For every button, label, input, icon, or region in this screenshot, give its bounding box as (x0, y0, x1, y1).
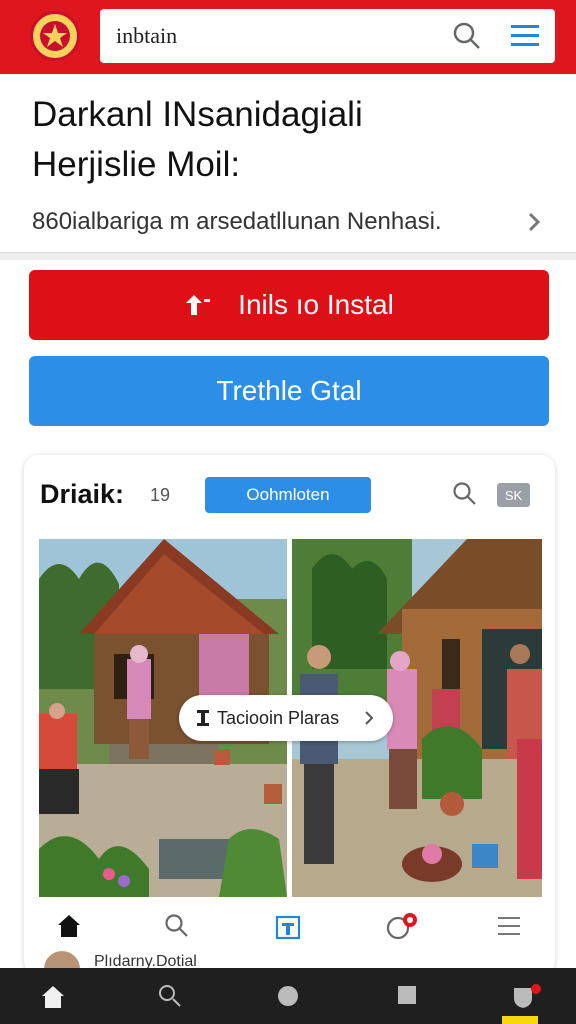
chevron-right-icon (363, 709, 375, 732)
pin-icon (195, 708, 211, 728)
card-chip-button[interactable]: Oohmloten (205, 477, 371, 513)
page-title: Darkanl INsanidagiali Herjislie Moil: (32, 90, 552, 190)
search-icon[interactable] (452, 21, 482, 56)
notifications-icon[interactable] (386, 913, 420, 946)
content-card: Driaik: 19 Oohmloten SK Taciooin Plaras … (24, 455, 555, 987)
home-icon[interactable] (40, 984, 66, 1015)
overlay-caption-button[interactable]: Taciooin Plaras (179, 695, 393, 741)
search-icon[interactable] (158, 984, 182, 1013)
search-icon[interactable] (452, 481, 478, 512)
page-subtitle-link[interactable]: 860ialbariga m arsedatllunan Nenhasi. (32, 208, 442, 236)
square-icon[interactable] (396, 984, 418, 1011)
hamburger-menu-icon[interactable] (510, 23, 540, 54)
share-icon[interactable]: SK (497, 483, 530, 507)
search-bar[interactable]: inbtain (100, 9, 555, 63)
card-count: 19 (150, 485, 171, 505)
section-divider (0, 252, 576, 260)
page-title-line-1: Darkanl INsanidagiali (32, 95, 363, 134)
top-app-bar: inbtain (0, 0, 576, 74)
secondary-action-label: Trethle Gtal (216, 375, 362, 406)
chevron-right-icon[interactable] (524, 210, 544, 239)
overlay-caption-label: Taciooin Plaras (217, 707, 340, 728)
arrow-up-icon (184, 293, 212, 317)
circle-icon[interactable] (276, 984, 300, 1013)
install-button[interactable]: Inils ıo Instal (29, 270, 549, 340)
calendar-icon[interactable] (274, 913, 302, 946)
page-title-line-2: Herjislie Moil: (32, 145, 241, 184)
card-tab-bar (24, 907, 555, 947)
secondary-action-button[interactable]: Trethle Gtal (29, 356, 549, 426)
active-indicator (502, 1016, 538, 1024)
search-icon[interactable] (164, 913, 190, 944)
more-menu-icon[interactable] (496, 913, 522, 944)
card-title: Driaik: (40, 479, 125, 509)
search-input[interactable]: inbtain (116, 23, 177, 49)
emblem-logo-icon[interactable] (30, 11, 80, 61)
install-button-label: Inils ıo Instal (238, 289, 394, 320)
home-icon[interactable] (56, 913, 82, 944)
bottom-navigation-bar (0, 968, 576, 1024)
notification-shield-icon[interactable] (510, 984, 544, 1015)
